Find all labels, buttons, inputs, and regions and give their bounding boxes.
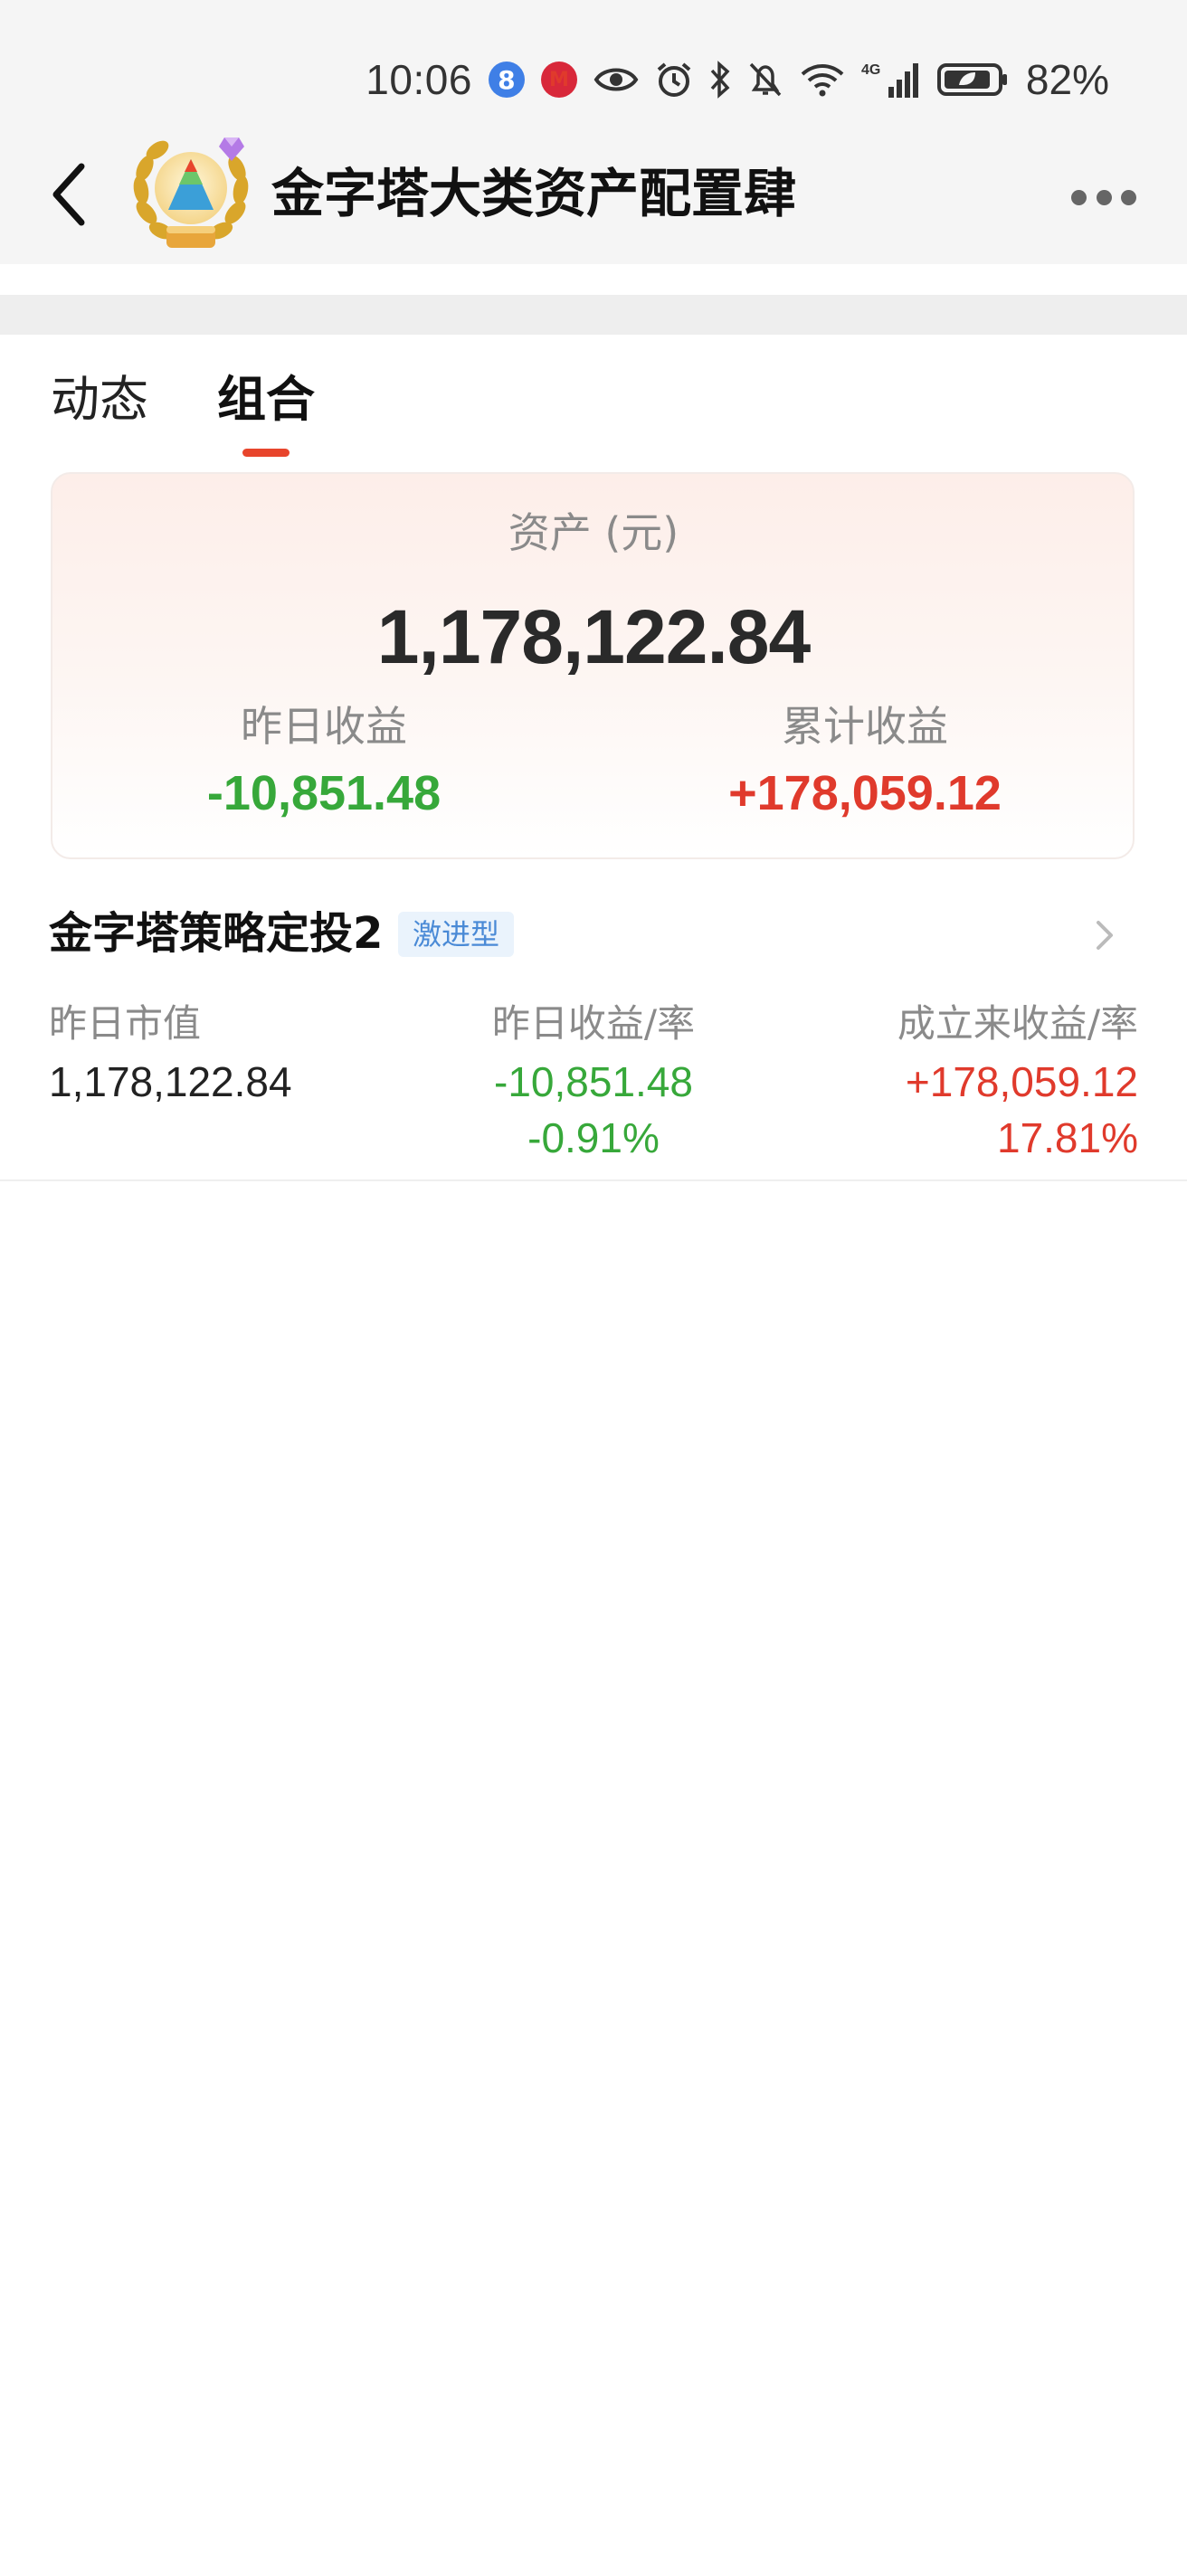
more-dot-icon (1121, 189, 1136, 205)
yesterday-income-label: 昨日收益 (241, 702, 407, 751)
wifi-icon (800, 58, 845, 101)
chevron-left-icon (52, 163, 85, 226)
strategy-name[interactable]: 金字塔策略定投2 (49, 901, 383, 966)
more-dot-icon (1071, 189, 1087, 205)
svg-text:4G: 4G (861, 62, 880, 78)
avatar[interactable] (125, 127, 257, 259)
inception-return-amount: +178,059.12 (905, 1058, 1138, 1105)
yesterday-income-value: -10,851.48 (206, 766, 442, 820)
tab-portfolio[interactable]: 组合 (217, 364, 315, 436)
bluetooth-icon (709, 58, 731, 101)
inception-return-label: 成立来收益/率 (897, 1001, 1138, 1046)
more-dot-icon (1096, 189, 1112, 205)
battery-icon (936, 58, 1010, 101)
inception-return-rate: 17.81% (996, 1114, 1138, 1161)
more-options-button[interactable] (1071, 177, 1136, 217)
section-divider (0, 295, 1187, 335)
asset-value: 1,178,122.84 (376, 594, 811, 679)
chevron-right-icon[interactable] (1086, 917, 1122, 953)
market-value-label: 昨日市值 (49, 1001, 202, 1046)
bank-badge-icon: M (540, 62, 577, 98)
active-tab-indicator (242, 449, 290, 457)
page-title: 金字塔大类资产配置肆 (271, 163, 797, 224)
cellular-signal-icon: 4G (861, 58, 921, 101)
status-bar: 10:06 8 M 4G 82% (0, 0, 1187, 145)
app-badge-8-icon: 8 (488, 62, 525, 98)
risk-level-badge: 激进型 (398, 912, 515, 957)
battery-percentage: 82% (1025, 56, 1109, 103)
tab-bar (0, 335, 1187, 470)
status-time: 10:06 (366, 56, 472, 103)
total-income-label: 累计收益 (782, 702, 948, 751)
alarm-icon (655, 58, 693, 101)
daily-return-rate: -0.91% (527, 1114, 660, 1161)
back-button[interactable] (42, 145, 96, 244)
status-icons: 10:06 8 M 4G 82% (366, 51, 1109, 109)
asset-label: 资产 (元) (508, 508, 679, 557)
row-divider (0, 1179, 1187, 1181)
eye-icon (594, 58, 639, 101)
total-income-value: +178,059.12 (728, 766, 1002, 820)
market-value: 1,178,122.84 (49, 1058, 292, 1105)
daily-return-label: 昨日收益/率 (491, 1001, 696, 1046)
mute-bell-icon (747, 58, 783, 101)
daily-return-amount: -10,851.48 (494, 1058, 693, 1105)
tab-dynamic[interactable]: 动态 (51, 364, 148, 436)
pyramid-laurel-avatar-icon (133, 137, 249, 248)
